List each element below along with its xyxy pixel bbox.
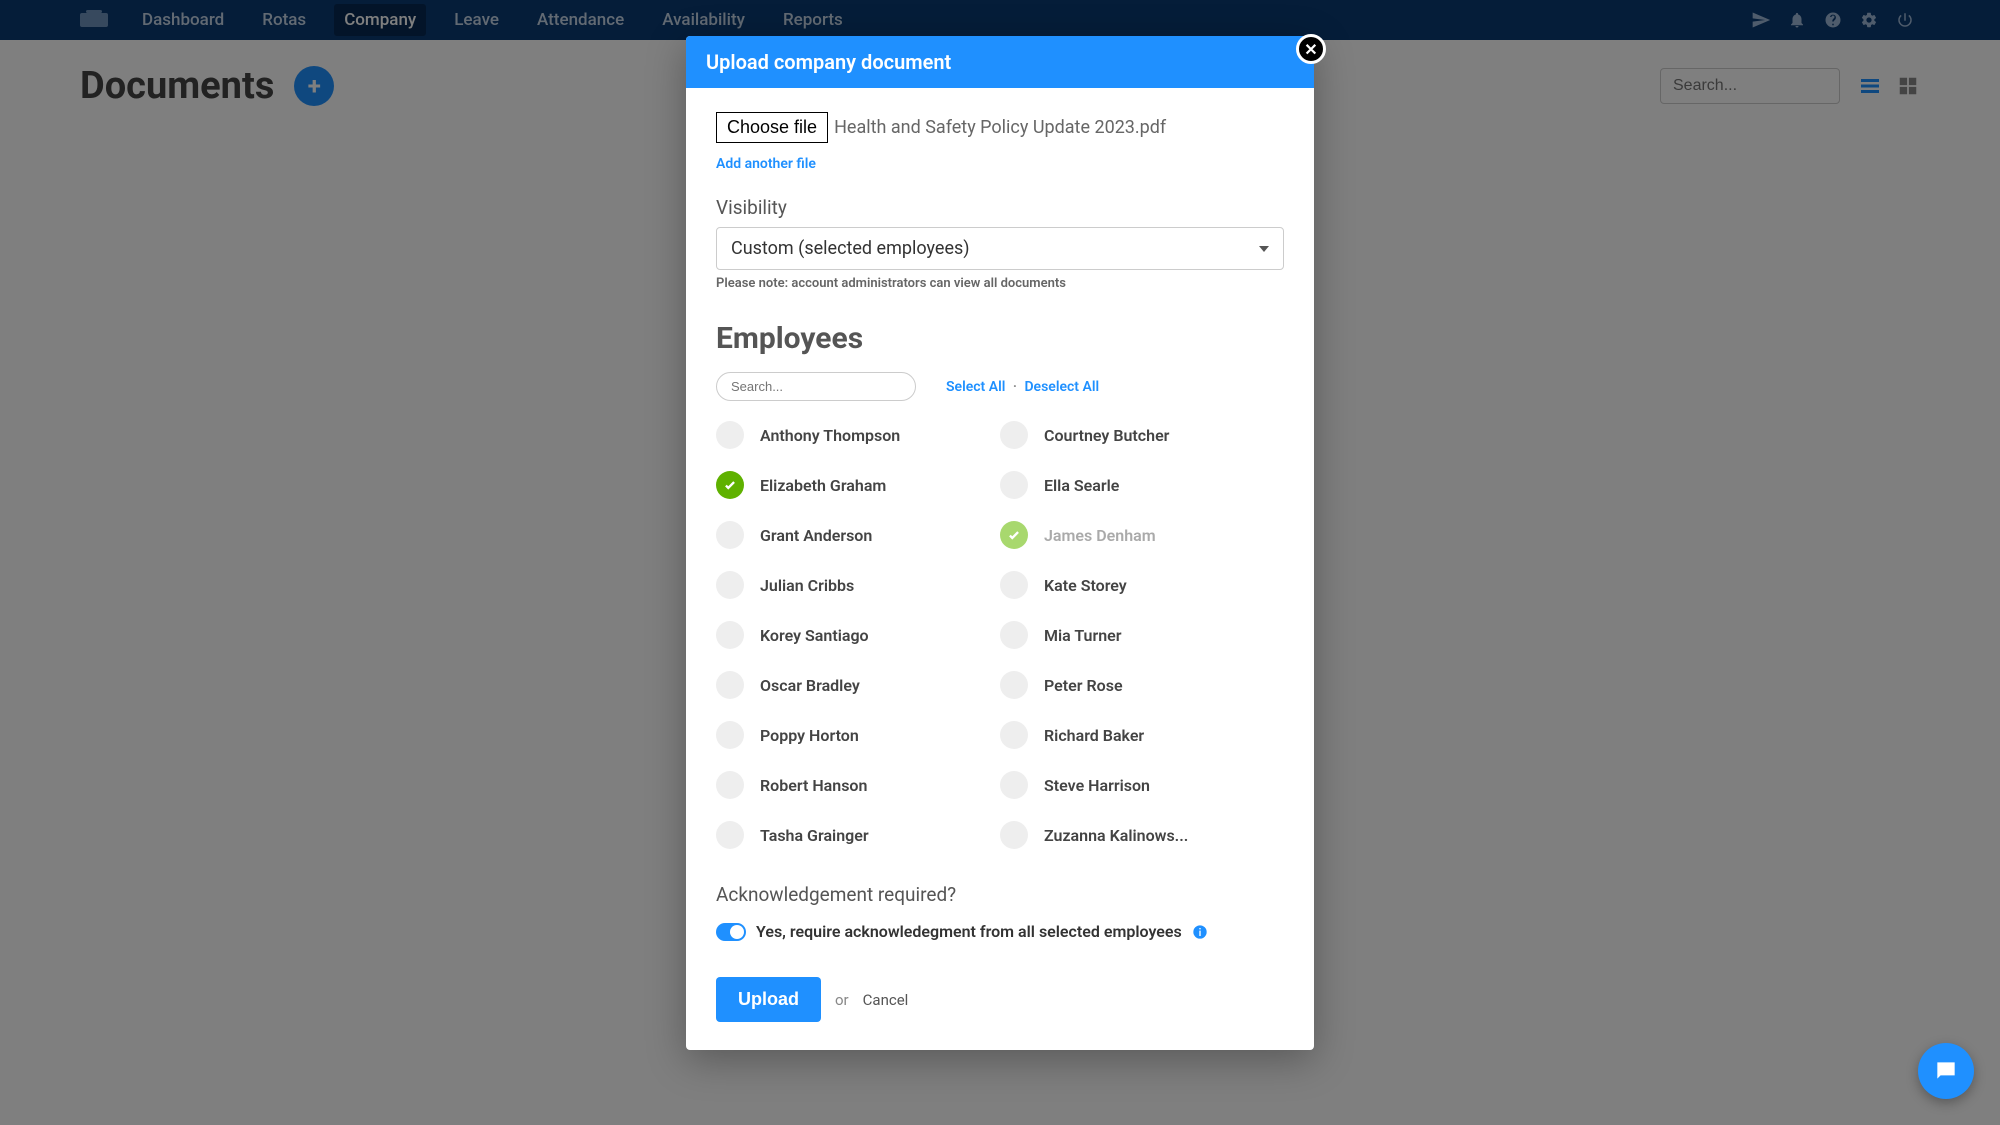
employee-name: Courtney Butcher	[1044, 426, 1169, 445]
acknowledgement-toggle[interactable]	[716, 923, 746, 941]
visibility-select[interactable]: Custom (selected employees)	[716, 227, 1284, 270]
close-icon[interactable]: ✕	[1296, 34, 1326, 64]
chosen-file-name: Health and Safety Policy Update 2023.pdf	[834, 117, 1166, 138]
cancel-link[interactable]: Cancel	[863, 991, 909, 1009]
file-chooser-row: Choose file Health and Safety Policy Upd…	[716, 112, 1284, 143]
employee-item[interactable]: Korey Santiago	[716, 621, 1000, 649]
employee-name: Grant Anderson	[760, 526, 872, 545]
employee-name: Korey Santiago	[760, 626, 869, 645]
acknowledgement-label: Acknowledgement required?	[716, 883, 1284, 906]
employee-name: Mia Turner	[1044, 626, 1122, 645]
employee-name: Peter Rose	[1044, 676, 1123, 695]
employee-checkbox[interactable]	[716, 521, 744, 549]
employee-checkbox[interactable]	[716, 421, 744, 449]
employee-name: Poppy Horton	[760, 726, 859, 745]
select-all-link[interactable]: Select All	[946, 379, 1005, 395]
employee-name: Julian Cribbs	[760, 576, 854, 595]
employee-checkbox[interactable]	[1000, 621, 1028, 649]
employee-item[interactable]: Robert Hanson	[716, 771, 1000, 799]
employee-checkbox[interactable]	[716, 621, 744, 649]
visibility-note: Please note: account administrators can …	[716, 276, 1284, 291]
modal-footer: Upload or Cancel	[716, 977, 1284, 1022]
upload-button[interactable]: Upload	[716, 977, 821, 1022]
employee-item[interactable]: Ella Searle	[1000, 471, 1284, 499]
choose-file-button[interactable]: Choose file	[716, 112, 828, 143]
employee-name: Ella Searle	[1044, 476, 1119, 495]
employee-name: Oscar Bradley	[760, 676, 860, 695]
employee-item[interactable]: Elizabeth Graham	[716, 471, 1000, 499]
employees-heading: Employees	[716, 321, 1284, 356]
chat-icon[interactable]	[1918, 1043, 1974, 1099]
employee-checkbox[interactable]	[1000, 421, 1028, 449]
employee-name: Steve Harrison	[1044, 776, 1150, 795]
employee-item[interactable]: Oscar Bradley	[716, 671, 1000, 699]
employee-checkbox[interactable]	[1000, 671, 1028, 699]
employee-item[interactable]: James Denham	[1000, 521, 1284, 549]
employee-bulk-links: Select All · Deselect All	[946, 379, 1099, 395]
employee-name: Richard Baker	[1044, 726, 1144, 745]
employee-item[interactable]: Courtney Butcher	[1000, 421, 1284, 449]
employee-item[interactable]: Kate Storey	[1000, 571, 1284, 599]
employee-item[interactable]: Mia Turner	[1000, 621, 1284, 649]
employee-item[interactable]: Julian Cribbs	[716, 571, 1000, 599]
visibility-selected: Custom (selected employees)	[731, 238, 1259, 259]
employee-checkbox[interactable]	[716, 821, 744, 849]
employee-checkbox[interactable]	[1000, 721, 1028, 749]
employee-checkbox[interactable]	[716, 471, 744, 499]
employee-checkbox[interactable]	[716, 671, 744, 699]
add-another-file-link[interactable]: Add another file	[716, 156, 816, 172]
employee-name: Robert Hanson	[760, 776, 867, 795]
modal-title: Upload company document	[686, 36, 1314, 88]
employee-checkbox[interactable]	[1000, 521, 1028, 549]
employee-checkbox[interactable]	[1000, 771, 1028, 799]
employee-item[interactable]: Steve Harrison	[1000, 771, 1284, 799]
employee-item[interactable]: Grant Anderson	[716, 521, 1000, 549]
employee-checkbox[interactable]	[1000, 821, 1028, 849]
employee-checkbox[interactable]	[1000, 471, 1028, 499]
employee-item[interactable]: Tasha Grainger	[716, 821, 1000, 849]
deselect-all-link[interactable]: Deselect All	[1024, 379, 1099, 395]
employee-checkbox[interactable]	[716, 771, 744, 799]
employee-name: James Denham	[1044, 526, 1156, 545]
upload-document-modal: ✕ Upload company document Choose file He…	[686, 36, 1314, 1050]
visibility-label: Visibility	[716, 196, 1284, 219]
employee-name: Zuzanna Kalinows...	[1044, 826, 1188, 845]
employee-item[interactable]: Peter Rose	[1000, 671, 1284, 699]
modal-overlay: ✕ Upload company document Choose file He…	[0, 0, 2000, 1125]
acknowledgement-row: Yes, require acknowledegment from all se…	[716, 922, 1284, 941]
employee-name: Anthony Thompson	[760, 426, 900, 445]
employee-name: Elizabeth Graham	[760, 476, 886, 495]
employee-checkbox[interactable]	[716, 571, 744, 599]
employee-item[interactable]: Anthony Thompson	[716, 421, 1000, 449]
employee-item[interactable]: Poppy Horton	[716, 721, 1000, 749]
employee-checkbox[interactable]	[1000, 571, 1028, 599]
employee-grid: Anthony Thompson Courtney Butcher Elizabet…	[716, 421, 1284, 849]
employee-item[interactable]: Richard Baker	[1000, 721, 1284, 749]
employee-name: Tasha Grainger	[760, 826, 869, 845]
employee-name: Kate Storey	[1044, 576, 1127, 595]
info-icon[interactable]	[1192, 924, 1208, 940]
acknowledgement-text: Yes, require acknowledegment from all se…	[756, 922, 1182, 941]
employee-item[interactable]: Zuzanna Kalinows...	[1000, 821, 1284, 849]
employee-search-input[interactable]	[716, 372, 916, 401]
chevron-down-icon	[1259, 246, 1269, 252]
or-text: or	[835, 991, 849, 1009]
employee-checkbox[interactable]	[716, 721, 744, 749]
